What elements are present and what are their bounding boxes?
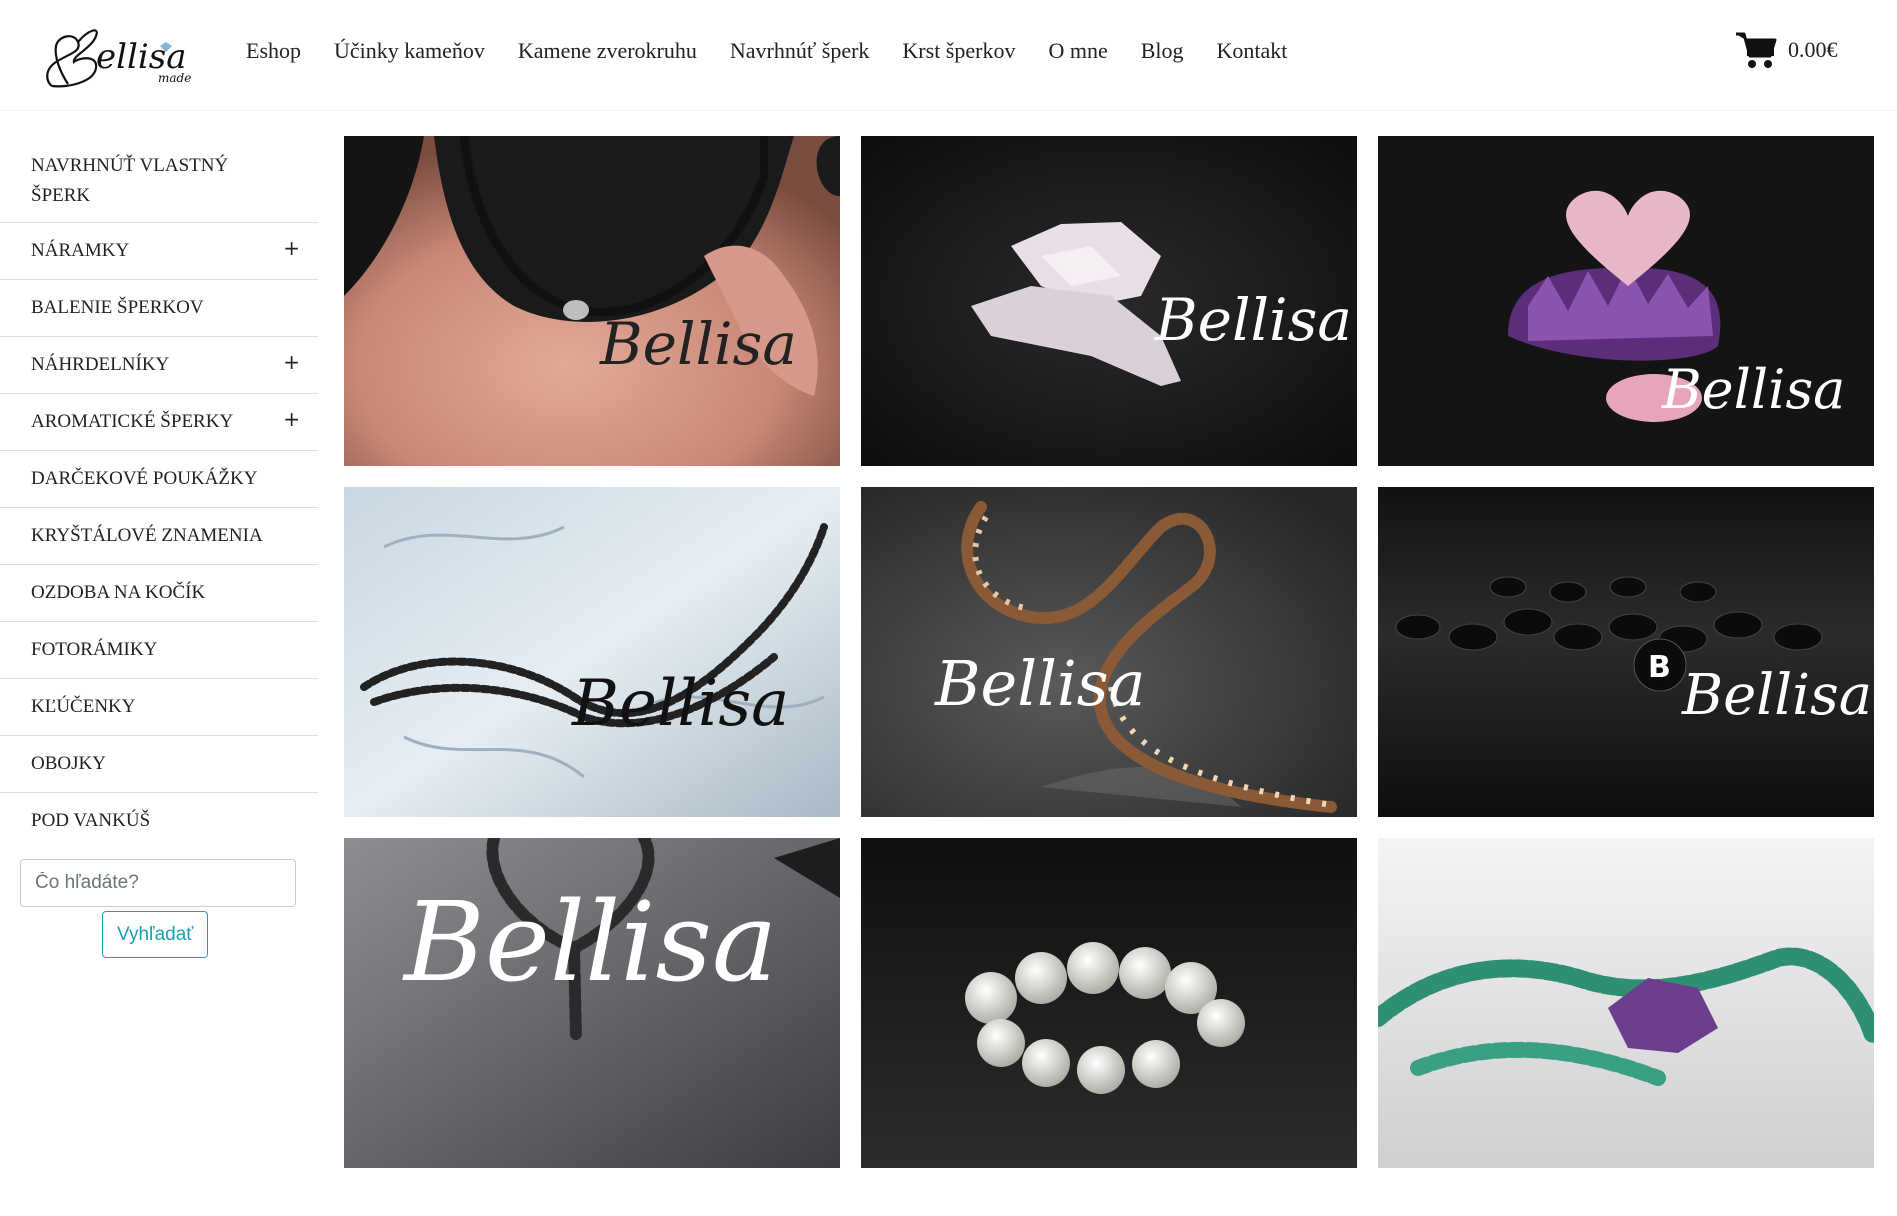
sidebar-item-naramky[interactable]: NÁRAMKY + (0, 223, 318, 280)
product-tile-necklace-neck[interactable]: Bellisa (344, 136, 840, 466)
product-image (344, 838, 840, 1168)
product-image (861, 487, 1357, 817)
product-tile-wooden-necklace[interactable]: Bellisa (861, 487, 1357, 817)
sidebar-item-ozdoba-na-kocik[interactable]: OZDOBA NA KOČÍK (0, 565, 318, 622)
sidebar-item-label: NÁRAMKY (31, 240, 130, 261)
sidebar-item-krystalove-znamenia[interactable]: KRYŠTÁLOVÉ ZNAMENIA (0, 508, 318, 565)
sidebar-item-label: BALENIE ŠPERKOV (31, 297, 204, 318)
sidebar-item-klucenky[interactable]: KĽÚČENKY (0, 679, 318, 736)
search-button[interactable]: Vyhľadať (102, 911, 209, 958)
search-form: Vyhľadať (0, 849, 318, 958)
product-tile-necklace-stone[interactable]: Bellisa (344, 487, 840, 817)
sidebar-item-label: DARČEKOVÉ POUKÁŽKY (31, 468, 258, 489)
svg-text:made: made (158, 71, 191, 85)
nav-kamene-zverokruhu[interactable]: Kamene zverokruhu (518, 38, 697, 64)
product-tile-rose-quartz-raw[interactable]: Bellisa (861, 136, 1357, 466)
product-image (1378, 136, 1874, 466)
shopping-cart-icon (1736, 32, 1777, 68)
category-sidebar: NAVRHNÚŤ VLASTNÝ ŠPERK NÁRAMKY + BALENIE … (0, 140, 318, 958)
sidebar-item-darcekove-poukazky[interactable]: DARČEKOVÉ POUKÁŽKY (0, 451, 318, 508)
nav-blog[interactable]: Blog (1141, 38, 1184, 64)
cart-button[interactable]: 0.00€ (1734, 30, 1838, 70)
product-image (344, 487, 840, 817)
nav-ucinky-kamenov[interactable]: Účinky kameňov (334, 38, 485, 64)
site-logo[interactable]: ellisa made (38, 12, 208, 96)
sidebar-item-label: AROMATICKÉ ŠPERKY (31, 411, 234, 432)
product-tile-lava-heart[interactable]: Bellisa (344, 838, 840, 1216)
product-tile-pearl-bracelet[interactable] (861, 838, 1357, 1216)
expand-plus-icon[interactable]: + (283, 404, 300, 434)
expand-plus-icon[interactable]: + (283, 233, 300, 263)
nav-o-mne[interactable]: O mne (1048, 38, 1107, 64)
sidebar-item-label: NÁHRDELNÍKY (31, 354, 170, 375)
product-tile-heart-amethyst[interactable]: Bellisa (1378, 136, 1874, 466)
sidebar-item-label: NAVRHNÚŤ VLASTNÝ ŠPERK (31, 155, 229, 206)
sidebar-item-navrhnut-vlastny-sperk[interactable]: NAVRHNÚŤ VLASTNÝ ŠPERK (0, 140, 318, 223)
product-image (1378, 838, 1874, 1168)
logo-graphic: ellisa made (46, 29, 191, 88)
sidebar-item-label: KĽÚČENKY (31, 696, 136, 717)
product-tile-turquoise-chips[interactable] (1378, 838, 1874, 1216)
sidebar-item-label: FOTORÁMIKY (31, 639, 158, 660)
sidebar-item-label: KRYŠTÁLOVÉ ZNAMENIA (31, 525, 263, 546)
cart-total: 0.00€ (1788, 37, 1838, 62)
search-input[interactable] (20, 859, 296, 907)
site-header: ellisa made Eshop Účinky kameňov Kamene … (0, 0, 1897, 111)
product-image (861, 136, 1357, 466)
sidebar-item-label: POD VANKÚŠ (31, 810, 151, 831)
sidebar-item-label: OZDOBA NA KOČÍK (31, 582, 206, 603)
sidebar-item-balenie-sperkov[interactable]: BALENIE ŠPERKOV (0, 280, 318, 337)
product-image (344, 136, 840, 466)
sidebar-item-nahrdelniky[interactable]: NÁHRDELNÍKY + (0, 337, 318, 394)
product-tile-letter-beads[interactable]: B Bellisa (1378, 487, 1874, 817)
nav-krst-sperkov[interactable]: Krst šperkov (902, 38, 1015, 64)
product-image (861, 838, 1357, 1168)
sidebar-item-aromaticke-sperky[interactable]: AROMATICKÉ ŠPERKY + (0, 394, 318, 451)
product-image: B (1378, 487, 1874, 817)
nav-eshop[interactable]: Eshop (246, 38, 301, 64)
sidebar-item-obojky[interactable]: OBOJKY (0, 736, 318, 793)
sidebar-item-label: OBOJKY (31, 753, 106, 774)
main-nav: Eshop Účinky kameňov Kamene zverokruhu N… (246, 38, 1320, 64)
sidebar-item-pod-vankus[interactable]: POD VANKÚŠ (0, 793, 318, 849)
nav-navrhnut-sperk[interactable]: Navrhnúť šperk (730, 38, 870, 64)
sidebar-item-fotoramiky[interactable]: FOTORÁMIKY (0, 622, 318, 679)
expand-plus-icon[interactable]: + (283, 347, 300, 377)
svg-text:B: B (1648, 650, 1671, 685)
nav-kontakt[interactable]: Kontakt (1217, 38, 1288, 64)
